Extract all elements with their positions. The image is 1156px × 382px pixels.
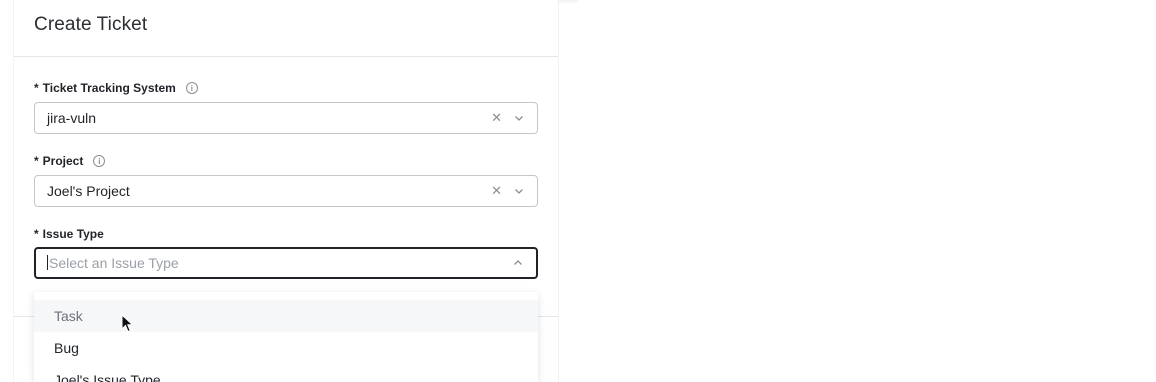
text-caret <box>47 255 48 270</box>
chevron-down-icon[interactable] <box>513 185 525 197</box>
issue-type-input[interactable]: Select an Issue Type <box>47 249 179 277</box>
ticket-system-label: * Ticket Tracking System i <box>34 81 198 95</box>
ticket-system-select[interactable]: jira-vuln ✕ <box>34 102 538 134</box>
page-title: Create Ticket <box>34 14 148 35</box>
issue-type-select[interactable]: Select an Issue Type <box>34 247 538 279</box>
project-select[interactable]: Joel's Project ✕ <box>34 175 538 207</box>
required-mark: * <box>34 154 39 168</box>
project-label: * Project i <box>34 154 106 168</box>
close-icon[interactable]: ✕ <box>491 176 502 206</box>
info-icon[interactable]: i <box>93 155 106 167</box>
project-value: Joel's Project <box>47 183 130 199</box>
ticket-system-label-text: Ticket Tracking System <box>42 81 176 95</box>
chevron-down-icon[interactable] <box>513 112 525 124</box>
dropdown-option-task[interactable]: Task <box>34 300 538 332</box>
mouse-cursor-icon <box>121 314 134 333</box>
header-divider <box>14 56 558 57</box>
info-icon[interactable]: i <box>185 82 198 94</box>
chevron-up-icon[interactable] <box>512 257 524 269</box>
issue-type-label-text: Issue Type <box>42 227 104 241</box>
required-mark: * <box>34 227 39 241</box>
required-mark: * <box>34 81 39 95</box>
ticket-system-value: jira-vuln <box>47 110 97 126</box>
dropdown-option-bug[interactable]: Bug <box>34 332 538 364</box>
issue-type-label: * Issue Type <box>34 227 104 241</box>
dropdown-option-joels-issue-type[interactable]: Joel's Issue Type <box>34 364 538 382</box>
issue-type-dropdown: Task Bug Joel's Issue Type <box>34 292 538 382</box>
close-icon[interactable]: ✕ <box>491 103 502 133</box>
issue-type-placeholder: Select an Issue Type <box>49 255 179 271</box>
project-label-text: Project <box>42 154 84 168</box>
